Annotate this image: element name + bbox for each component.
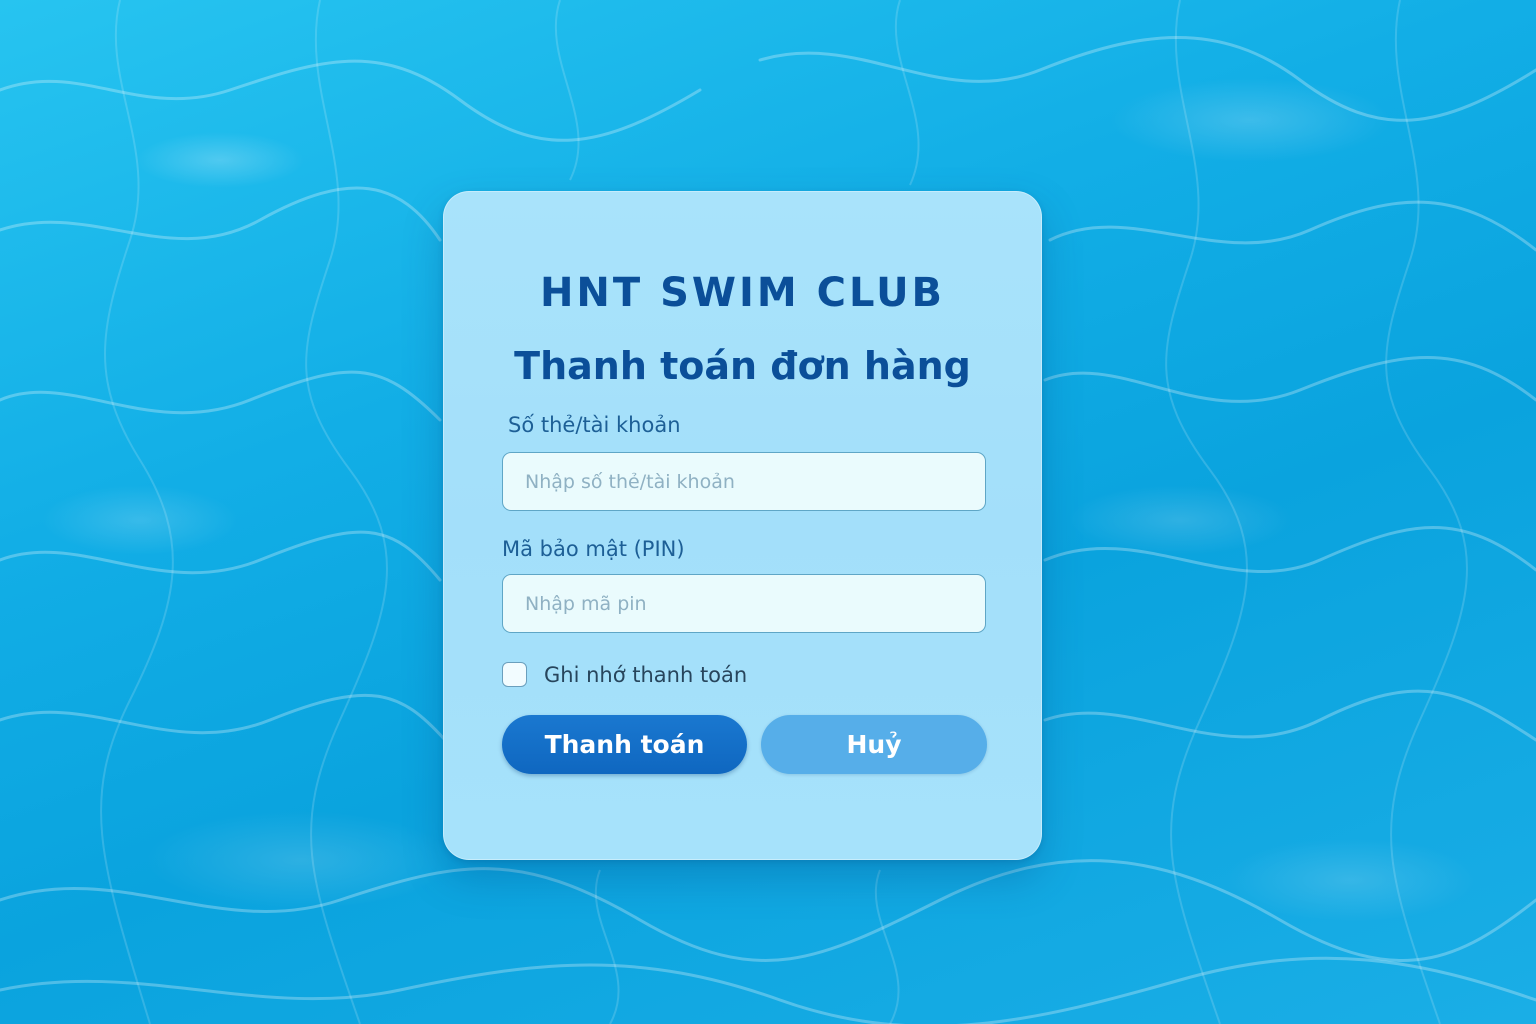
club-name: HNT SWIM CLUB	[539, 270, 946, 316]
card-number-input[interactable]	[502, 452, 986, 511]
remember-payment-checkbox[interactable]	[502, 662, 527, 687]
card-number-label: Số thẻ/tài khoản	[508, 413, 681, 437]
cancel-button[interactable]: Huỷ	[761, 715, 987, 774]
pay-button[interactable]: Thanh toán	[502, 715, 747, 774]
payment-card: HNT SWIM CLUB Thanh toán đơn hàng Số thẻ…	[443, 191, 1042, 860]
page-title: Thanh toán đơn hàng	[514, 344, 971, 388]
remember-payment-label[interactable]: Ghi nhớ thanh toán	[544, 663, 747, 687]
pin-label: Mã bảo mật (PIN)	[502, 537, 685, 561]
remember-payment-row[interactable]: Ghi nhớ thanh toán	[502, 662, 747, 687]
pin-input[interactable]	[502, 574, 986, 633]
